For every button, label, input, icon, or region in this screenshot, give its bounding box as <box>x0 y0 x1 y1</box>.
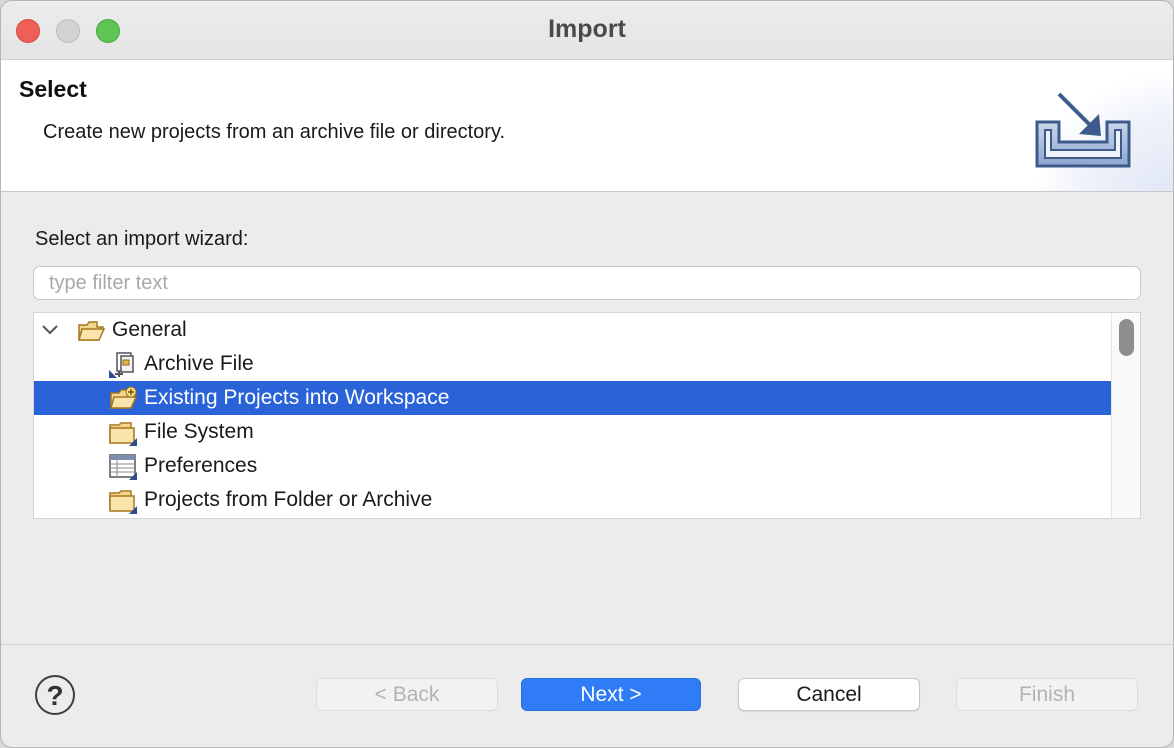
tree-item-file-system[interactable]: File System <box>34 415 1112 449</box>
tree-item-label: File System <box>144 420 254 443</box>
wizard-banner: Select Create new projects from an archi… <box>1 60 1173 192</box>
footer-separator <box>1 644 1173 645</box>
tree-item-general[interactable]: General <box>34 313 1112 347</box>
next-button[interactable]: Next > <box>521 678 701 711</box>
tree-item-label: Existing Projects into Workspace <box>144 386 450 409</box>
import-wizard-icon <box>1035 92 1131 168</box>
scrollbar-thumb[interactable] <box>1119 319 1134 356</box>
cancel-button[interactable]: Cancel <box>738 678 920 711</box>
tree-item-archive-file[interactable]: Archive File <box>34 347 1112 381</box>
chevron-down-icon[interactable] <box>41 317 59 341</box>
tree-item-label: Projects from Folder or Archive <box>144 488 433 511</box>
folder-icon <box>109 422 137 446</box>
page-title: Select <box>19 76 87 102</box>
wizard-tree[interactable]: General Archive File Existing Projects i… <box>33 312 1141 519</box>
filter-input[interactable] <box>33 266 1141 300</box>
folder-add-icon <box>110 386 137 409</box>
window-title: Import <box>548 15 626 43</box>
folder-open-icon <box>78 321 105 341</box>
folder-icon <box>109 490 137 514</box>
tree-item-existing-projects[interactable]: Existing Projects into Workspace <box>34 381 1112 415</box>
tree-item-label: Preferences <box>144 454 258 477</box>
back-button[interactable]: < Back <box>316 678 498 711</box>
import-dialog: Import Select Create new projects from a… <box>0 0 1174 748</box>
tree-item-preferences[interactable]: Preferences <box>34 449 1112 483</box>
preferences-table-icon <box>109 454 137 480</box>
archive-file-icon <box>109 352 134 378</box>
tree-scrollbar[interactable] <box>1111 313 1140 518</box>
tree-item-label: Archive File <box>144 352 254 375</box>
tree-item-label: General <box>112 318 187 341</box>
help-button[interactable]: ? <box>35 675 75 715</box>
title-bar: Import <box>1 1 1173 60</box>
page-description: Create new projects from an archive file… <box>43 121 506 143</box>
tree-item-projects-from-folder[interactable]: Projects from Folder or Archive <box>34 483 1112 517</box>
wizard-list-label: Select an import wizard: <box>35 228 249 250</box>
finish-button[interactable]: Finish <box>956 678 1138 711</box>
